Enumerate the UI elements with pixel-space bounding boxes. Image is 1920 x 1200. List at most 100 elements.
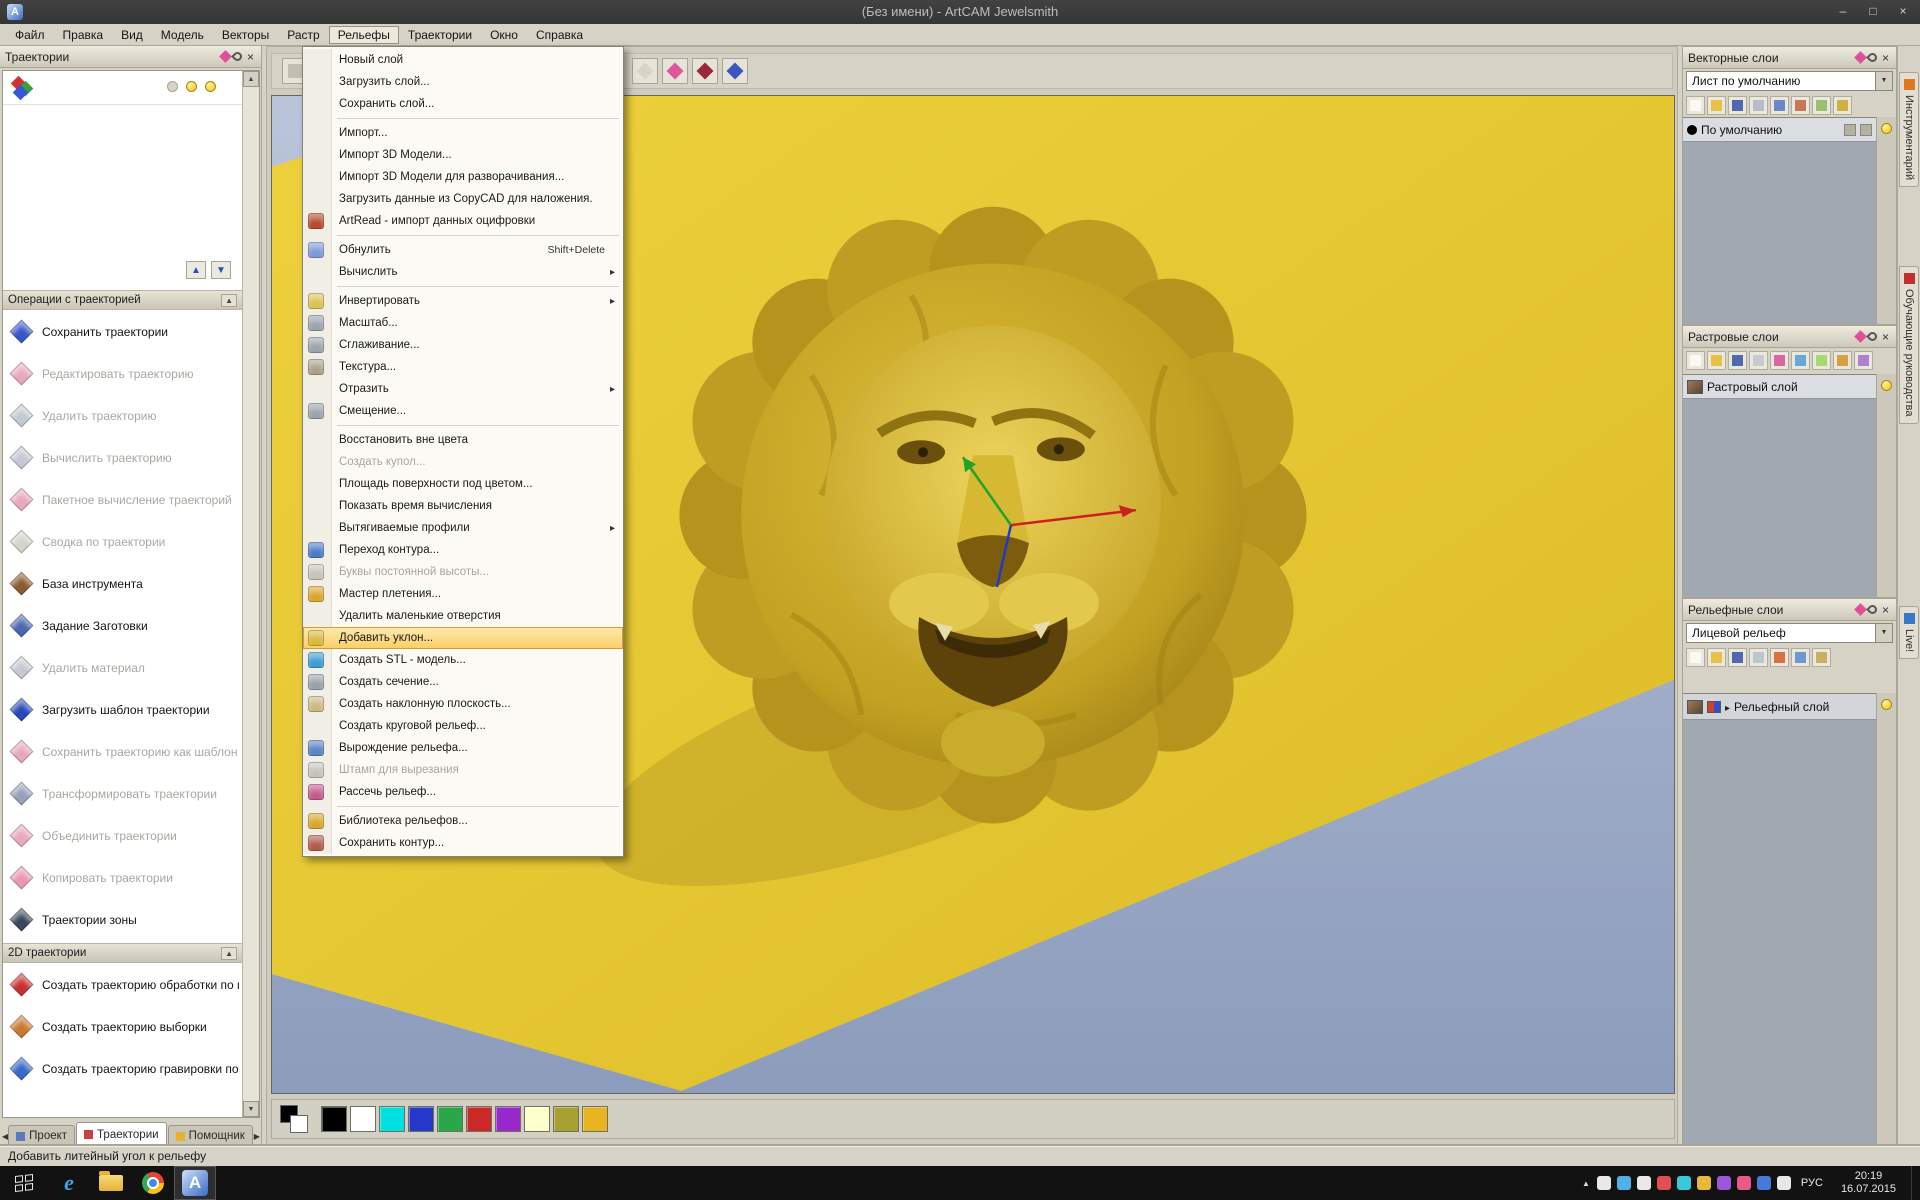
toolpath-operation-item[interactable]: Сохранить траекторию как шаблон (3, 731, 242, 773)
relief-menu-item[interactable]: Создать наклонную плоскость... (303, 693, 623, 715)
color-swatch[interactable] (321, 1106, 347, 1132)
menubar-item[interactable]: Вид (112, 26, 152, 44)
relief-menu-item[interactable]: Мастер плетения... (303, 583, 623, 605)
toolbar-icon[interactable] (1749, 648, 1768, 667)
tray-icon[interactable] (1597, 1176, 1611, 1190)
toolbar-icon[interactable] (1791, 96, 1810, 115)
side-flyout-tab[interactable]: Обучающие руководства (1899, 266, 1919, 424)
edit-icon[interactable] (1860, 124, 1872, 136)
toolpath-2d-item[interactable]: Создать траекторию выборки (3, 1006, 242, 1048)
clock[interactable]: 20:19 16.07.2015 (1833, 1170, 1904, 1196)
relief-menu-item[interactable]: Буквы постоянной высоты... (303, 561, 623, 583)
toolbar-icon[interactable] (1812, 648, 1831, 667)
pin-icon[interactable] (1866, 603, 1879, 616)
tray-icon[interactable] (1637, 1176, 1651, 1190)
toolbar-icon[interactable] (1791, 648, 1810, 667)
chevron-down-icon[interactable]: ▼ (1875, 624, 1892, 642)
toolbar-icon[interactable] (662, 58, 688, 84)
scroll-up-button[interactable]: ▲ (243, 71, 259, 87)
relief-menu-item[interactable]: Новый слой (303, 49, 623, 71)
relief-menu-item[interactable]: Загрузить слой... (303, 71, 623, 93)
relief-menu-item[interactable] (303, 283, 623, 290)
visibility-bulb-icon[interactable] (205, 81, 216, 92)
relief-menu-item[interactable]: Загрузить данные из CopyCAD для наложени… (303, 188, 623, 210)
vector-layer-row[interactable]: По умолчанию (1683, 118, 1876, 142)
language-indicator[interactable]: РУС (1798, 1177, 1826, 1189)
relief-menu-item[interactable]: Смещение... (303, 400, 623, 422)
toolpath-operation-item[interactable]: База инструмента (3, 563, 242, 605)
relief-menu-item[interactable]: Сохранить контур... (303, 832, 623, 854)
relief-menu-item[interactable]: Удалить маленькие отверстия (303, 605, 623, 627)
toolbar-icon[interactable] (1854, 351, 1873, 370)
primary-secondary-colors-icon[interactable] (280, 1105, 308, 1133)
tray-icon[interactable] (1677, 1176, 1691, 1190)
relief-menu-item[interactable]: Отразить (303, 378, 623, 400)
panel-menu-icon[interactable] (1854, 330, 1867, 343)
toolbar-icon[interactable] (1749, 351, 1768, 370)
color-swatch[interactable] (379, 1106, 405, 1132)
sheet-selector[interactable]: Лист по умолчанию ▼ (1686, 71, 1893, 91)
toolbar-icon[interactable] (1770, 351, 1789, 370)
relief-menu-item[interactable]: Создать STL - модель... (303, 649, 623, 671)
close-icon[interactable]: × (1880, 52, 1891, 64)
pin-icon[interactable] (231, 50, 244, 63)
taskbar-ie-icon[interactable]: e (48, 1166, 90, 1200)
relief-menu-item[interactable] (303, 115, 623, 122)
toolbar-icon[interactable] (1833, 351, 1852, 370)
side-flyout-tab[interactable]: Инструментарий (1899, 72, 1919, 187)
bulb-icon[interactable] (1881, 699, 1892, 710)
tray-icon[interactable] (1697, 1176, 1711, 1190)
color-swatch[interactable] (408, 1106, 434, 1132)
toolbar-icon[interactable] (1707, 351, 1726, 370)
taskbar-chrome-icon[interactable] (132, 1166, 174, 1200)
relief-menu-item[interactable]: Создать сечение... (303, 671, 623, 693)
tabs-scroll-right-icon[interactable]: ▶ (254, 1128, 260, 1146)
menubar-item[interactable]: Рельефы (329, 26, 399, 44)
relief-menu-item[interactable] (303, 232, 623, 239)
relief-menu-item[interactable]: Текстура... (303, 356, 623, 378)
toolpath-operation-item[interactable]: Вычислить траекторию (3, 437, 242, 479)
toolpath-operation-item[interactable]: Задание Заготовки (3, 605, 242, 647)
panel-scrollbar[interactable]: ▲ ▼ (242, 71, 259, 1117)
color-swatch[interactable] (553, 1106, 579, 1132)
visibility-bulb-icon[interactable] (167, 81, 178, 92)
relief-menu-item[interactable]: Сохранить слой... (303, 93, 623, 115)
relief-menu-item[interactable]: Масштаб... (303, 312, 623, 334)
color-swatch[interactable] (437, 1106, 463, 1132)
menubar-item[interactable]: Растр (278, 26, 328, 44)
relief-menu-item[interactable]: Рассечь рельеф... (303, 781, 623, 803)
menubar-item[interactable]: Траектории (399, 26, 481, 44)
relief-menu-item[interactable]: Сглаживание... (303, 334, 623, 356)
relief-menu-item[interactable]: ArtRead - импорт данных оцифровки (303, 210, 623, 232)
tray-expand-icon[interactable]: ▲ (1582, 1179, 1590, 1188)
toolbar-icon[interactable] (1812, 351, 1831, 370)
visibility-bulb-icon[interactable] (186, 81, 197, 92)
relief-menu-item[interactable]: Инвертировать (303, 290, 623, 312)
tray-icon[interactable] (1717, 1176, 1731, 1190)
show-desktop-button[interactable] (1911, 1166, 1920, 1200)
pin-icon[interactable] (1866, 330, 1879, 343)
toolbar-icon[interactable] (1833, 96, 1852, 115)
maximize-button[interactable]: □ (1858, 0, 1888, 22)
relief-menu-item[interactable]: Добавить уклон... (303, 627, 623, 649)
taskbar-explorer-icon[interactable] (90, 1166, 132, 1200)
toolbar-icon[interactable] (1686, 648, 1705, 667)
color-swatch[interactable] (582, 1106, 608, 1132)
side-flyout-tab[interactable]: Live! (1899, 606, 1919, 659)
color-swatch[interactable] (350, 1106, 376, 1132)
toolbar-icon[interactable] (1728, 351, 1747, 370)
toolbar-icon[interactable] (1770, 648, 1789, 667)
relief-menu-item[interactable]: Создать купол... (303, 451, 623, 473)
bitmap-layer-row[interactable]: Растровый слой (1683, 375, 1876, 399)
toolbar-icon[interactable] (1728, 96, 1747, 115)
start-button[interactable] (0, 1166, 48, 1200)
relief-menu-item[interactable]: Создать круговой рельеф... (303, 715, 623, 737)
toolpath-operation-item[interactable]: Редактировать траекторию (3, 353, 242, 395)
toolbar-icon[interactable] (1707, 648, 1726, 667)
color-swatch[interactable] (466, 1106, 492, 1132)
relief-menu-item[interactable]: Восстановить вне цвета (303, 429, 623, 451)
toolbar-icon[interactable] (1812, 96, 1831, 115)
lock-icon[interactable] (1844, 124, 1856, 136)
menubar-item[interactable]: Справка (527, 26, 592, 44)
bottom-tab[interactable]: Траектории (76, 1122, 167, 1146)
